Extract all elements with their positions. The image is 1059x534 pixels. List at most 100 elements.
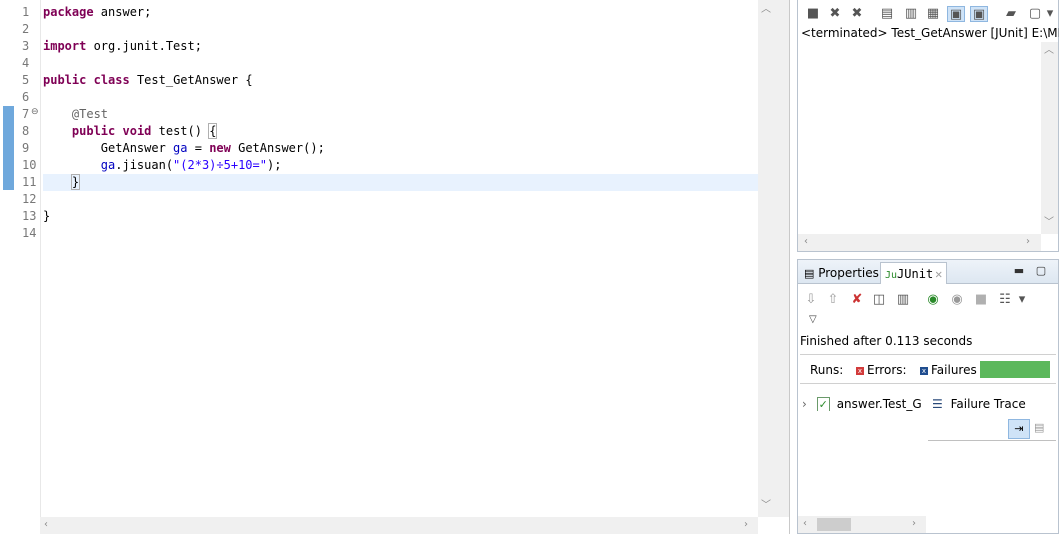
pin-console-icon[interactable]: ▰ bbox=[1002, 6, 1020, 22]
view-tab-bar: ▤ Properties JuJUnit ✕ ▬ ▢ bbox=[798, 260, 1058, 284]
code-editor[interactable]: 1 2 3 4 5 6 7 8 9 10 11 12 13 14 ⊖ package answer; imp… bbox=[0, 0, 790, 534]
code-line[interactable]: } bbox=[43, 174, 758, 191]
scroll-right-icon[interactable]: › bbox=[912, 519, 916, 529]
next-failure-icon[interactable]: ⇩ bbox=[802, 292, 820, 308]
remove-launch-icon[interactable]: ✖ bbox=[826, 6, 844, 22]
tab-properties[interactable]: ▤ Properties bbox=[800, 262, 883, 284]
scroll-thumb[interactable] bbox=[817, 518, 851, 531]
tab-junit[interactable]: JuJUnit ✕ bbox=[880, 262, 948, 284]
previous-failure-icon[interactable]: ⇧ bbox=[824, 292, 842, 308]
code-line[interactable]: public void test() { bbox=[43, 123, 758, 140]
code-token: ga bbox=[173, 141, 188, 155]
show-failures-only-icon[interactable]: ✘ bbox=[848, 292, 866, 308]
scroll-left-icon[interactable]: ‹ bbox=[803, 519, 807, 529]
code-line[interactable] bbox=[43, 21, 758, 38]
finished-time-label: Finished after 0.113 seconds bbox=[800, 334, 973, 348]
word-wrap-icon[interactable]: ▦ bbox=[924, 6, 942, 22]
code-token: } bbox=[43, 209, 51, 223]
editor-vertical-scrollbar[interactable]: ︿ ﹀ bbox=[758, 0, 789, 517]
code-line[interactable] bbox=[43, 55, 758, 72]
close-icon[interactable]: ✕ bbox=[935, 267, 942, 281]
console-vertical-scrollbar[interactable]: ︿ ﹀ bbox=[1041, 42, 1058, 234]
code-token: import bbox=[43, 39, 87, 53]
chevron-down-icon[interactable]: ▾ bbox=[1016, 292, 1028, 308]
junit-horizontal-scrollbar[interactable]: ‹ › bbox=[798, 516, 926, 533]
filter-stack-icon[interactable]: ⇥ bbox=[1008, 419, 1030, 439]
stop-icon[interactable]: ■ bbox=[972, 292, 990, 308]
code-line[interactable]: ga.jisuan("(2*3)÷5+10="); bbox=[43, 157, 758, 174]
code-token: } bbox=[70, 174, 81, 190]
scroll-up-icon[interactable]: ︿ bbox=[1044, 46, 1054, 56]
code-line[interactable] bbox=[43, 191, 758, 208]
code-token: "(2*3)÷5+10=" bbox=[173, 158, 267, 172]
error-icon: x bbox=[856, 367, 864, 375]
code-line[interactable]: package answer; bbox=[43, 4, 758, 21]
junit-toolbar: ⇩ ⇧ ✘ ◫ ▥ ◉ ◉ ■ ☷ ▾ bbox=[798, 288, 1058, 310]
line-numbers: 1 2 3 4 5 6 7 8 9 10 11 12 13 14 bbox=[14, 4, 40, 242]
failures-label: Failures bbox=[931, 363, 977, 377]
display-console-icon[interactable]: ▢ bbox=[1026, 6, 1044, 22]
chevron-down-icon[interactable]: ▾ bbox=[1044, 6, 1056, 22]
code-line[interactable]: GetAnswer ga = new GetAnswer(); bbox=[43, 140, 758, 157]
code-token: org.junit.Test; bbox=[86, 39, 202, 53]
change-marker bbox=[3, 140, 14, 190]
rerun-failed-first-icon[interactable]: ◉ bbox=[948, 292, 966, 308]
scroll-up-icon[interactable]: ︿ bbox=[761, 5, 771, 15]
line-number: 11 bbox=[22, 175, 37, 189]
errors-counter: x Errors: bbox=[856, 363, 907, 377]
scroll-right-icon[interactable]: › bbox=[1026, 237, 1030, 247]
remove-all-icon[interactable]: ✖ bbox=[848, 6, 866, 22]
code-token: @Test bbox=[71, 107, 109, 121]
show-on-output-icon[interactable]: ▣ bbox=[947, 6, 965, 22]
terminate-icon[interactable]: ■ bbox=[804, 6, 822, 22]
history-icon[interactable]: ▥ bbox=[894, 292, 912, 308]
code-token: void bbox=[122, 124, 152, 138]
code-line[interactable]: } bbox=[43, 208, 758, 225]
line-number: 4 bbox=[22, 56, 30, 70]
code-line[interactable] bbox=[43, 225, 758, 242]
console-horizontal-scrollbar[interactable]: ‹ › bbox=[798, 234, 1041, 251]
show-on-error-icon[interactable]: ▣ bbox=[970, 6, 988, 22]
test-run-history-icon[interactable]: ☷ bbox=[996, 292, 1014, 308]
line-number: 3 bbox=[22, 39, 30, 53]
rerun-test-icon[interactable]: ◉ bbox=[924, 292, 942, 308]
maximize-icon[interactable]: ▢ bbox=[1034, 264, 1048, 278]
junit-icon: Ju bbox=[885, 270, 898, 281]
junit-panel: ▤ Properties JuJUnit ✕ ▬ ▢ ⇩ ⇧ ✘ ◫ ▥ ◉ ◉ … bbox=[797, 259, 1059, 534]
view-menu-icon[interactable]: ▽ bbox=[809, 314, 817, 325]
code-line[interactable]: public class Test_GetAnswer { bbox=[43, 72, 758, 89]
code-line[interactable] bbox=[43, 89, 758, 106]
scroll-right-icon[interactable]: › bbox=[744, 520, 748, 530]
code-text-area[interactable]: package answer; import org.junit.Test; pub… bbox=[43, 4, 758, 242]
compare-result-icon[interactable]: ▤ bbox=[1034, 421, 1044, 434]
clear-console-icon[interactable]: ▤ bbox=[878, 6, 896, 22]
expand-icon[interactable]: › bbox=[802, 397, 807, 411]
test-tree[interactable]: › ✓ answer.Test_G bbox=[802, 397, 927, 411]
line-number: 9 bbox=[22, 141, 30, 155]
code-token: .jisuan( bbox=[115, 158, 174, 172]
code-token: Test_GetAnswer { bbox=[129, 73, 253, 87]
scroll-down-icon[interactable]: ﹀ bbox=[761, 501, 771, 511]
fold-collapse-icon[interactable]: ⊖ bbox=[31, 107, 39, 117]
code-token: public bbox=[43, 73, 87, 87]
minimize-icon[interactable]: ▬ bbox=[1012, 264, 1026, 278]
scroll-left-icon[interactable]: ‹ bbox=[44, 520, 48, 530]
code-token: ); bbox=[266, 158, 282, 172]
tab-label: JUnit bbox=[897, 267, 934, 281]
editor-horizontal-scrollbar[interactable]: ‹ › bbox=[40, 517, 758, 534]
code-line[interactable]: import org.junit.Test; bbox=[43, 38, 758, 55]
console-view: ■ ✖ ✖ ▤ ▥ ▦ ▣ ▣ ▰ ▢ ▾ <terminated> Test_… bbox=[797, 0, 1059, 252]
test-item-label[interactable]: answer.Test_G bbox=[837, 397, 922, 411]
scroll-left-icon[interactable]: ‹ bbox=[804, 237, 808, 247]
scroll-lock-icon[interactable]: ◫ bbox=[870, 292, 888, 308]
scroll-down-icon[interactable]: ﹀ bbox=[1044, 218, 1054, 228]
line-number: 2 bbox=[22, 22, 30, 36]
scroll-lock-icon[interactable]: ▥ bbox=[902, 6, 920, 22]
line-number: 5 bbox=[22, 73, 30, 87]
code-token: class bbox=[93, 73, 130, 87]
tab-label: Properties bbox=[818, 266, 879, 280]
code-line[interactable]: @Test bbox=[43, 106, 758, 123]
